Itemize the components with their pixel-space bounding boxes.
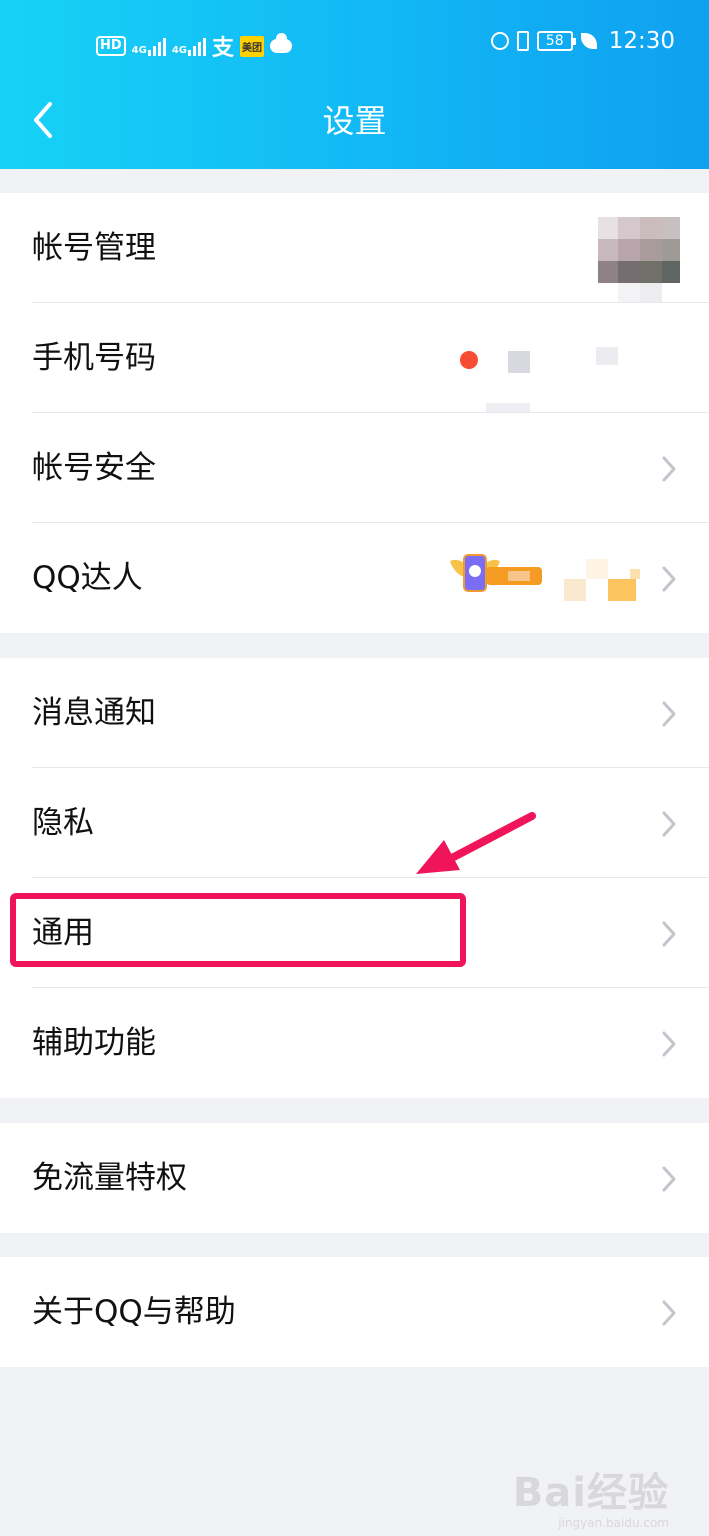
vibrate-icon bbox=[516, 31, 529, 51]
settings-row-phone-number[interactable]: 手机号码 bbox=[0, 303, 709, 413]
cloud-icon bbox=[270, 33, 293, 53]
status-bar: HD 4G 4G 支 美团 58 12:30 bbox=[0, 20, 709, 68]
settings-group-about: 关于QQ与帮助 bbox=[0, 1257, 709, 1367]
settings-group-data-free: 免流量特权 bbox=[0, 1123, 709, 1233]
battery-icon: 58 bbox=[536, 31, 576, 51]
settings-row-qq-expert[interactable]: QQ达人 bbox=[0, 523, 709, 633]
page-title: 设置 bbox=[322, 102, 387, 140]
status-bar-left: HD 4G 4G 支 美团 bbox=[96, 30, 293, 62]
settings-row-about-help[interactable]: 关于QQ与帮助 bbox=[0, 1257, 709, 1367]
power-saving-icon bbox=[580, 33, 597, 49]
signal-icon bbox=[188, 36, 207, 56]
row-label: 帐号安全 bbox=[32, 450, 156, 486]
meituan-icon: 美团 bbox=[240, 35, 265, 57]
signal-icon bbox=[147, 36, 166, 56]
settings-group-account: 帐号管理 手机号码 帐号安全 QQ达人 bbox=[0, 193, 709, 633]
watermark-url: jingyan.baidu.com bbox=[558, 1516, 669, 1530]
row-label: QQ达人 bbox=[32, 560, 143, 596]
row-label: 帐号管理 bbox=[32, 230, 156, 266]
network-4g-1: 4G bbox=[132, 36, 166, 56]
qq-expert-days bbox=[564, 559, 640, 609]
row-label: 辅助功能 bbox=[32, 1025, 156, 1061]
highlight-box bbox=[10, 893, 466, 967]
phone-number-value bbox=[486, 343, 680, 413]
settings-row-account-management[interactable]: 帐号管理 bbox=[0, 193, 709, 303]
settings-row-privacy[interactable]: 隐私 bbox=[0, 768, 709, 878]
chevron-right-icon bbox=[662, 1166, 676, 1192]
chevron-right-icon bbox=[662, 1300, 676, 1326]
qq-expert-badge-icon bbox=[450, 554, 542, 592]
settings-row-data-free-privilege[interactable]: 免流量特权 bbox=[0, 1123, 709, 1233]
settings-row-accessibility[interactable]: 辅助功能 bbox=[0, 988, 709, 1098]
hd-badge: HD bbox=[96, 36, 126, 56]
clock: 12:30 bbox=[608, 28, 675, 54]
alarm-icon bbox=[490, 32, 509, 50]
annotation-arrow-icon bbox=[416, 812, 536, 874]
header-bar: HD 4G 4G 支 美团 58 12:30 设置 bbox=[0, 0, 709, 169]
row-label: 手机号码 bbox=[32, 340, 156, 376]
row-label: 隐私 bbox=[32, 805, 94, 841]
row-label: 关于QQ与帮助 bbox=[32, 1294, 236, 1330]
row-label: 免流量特权 bbox=[32, 1160, 187, 1196]
chevron-right-icon bbox=[662, 921, 676, 947]
network-label: 4G bbox=[131, 45, 147, 56]
settings-row-notifications[interactable]: 消息通知 bbox=[0, 658, 709, 768]
alipay-icon: 支 bbox=[212, 36, 235, 61]
chevron-right-icon bbox=[662, 701, 676, 727]
chevron-right-icon bbox=[662, 566, 676, 592]
notification-dot bbox=[460, 351, 478, 369]
row-label: 消息通知 bbox=[32, 695, 156, 731]
chevron-right-icon bbox=[662, 811, 676, 837]
watermark: Bai经验 bbox=[512, 1470, 669, 1516]
settings-row-account-security[interactable]: 帐号安全 bbox=[0, 413, 709, 523]
avatar[interactable] bbox=[598, 217, 680, 307]
status-bar-right: 58 12:30 bbox=[490, 28, 675, 54]
chevron-right-icon bbox=[662, 456, 676, 482]
settings-group-general: 消息通知 隐私 通用 辅助功能 bbox=[0, 658, 709, 1098]
chevron-right-icon bbox=[662, 1031, 676, 1057]
network-4g-2: 4G bbox=[171, 36, 207, 56]
network-label: 4G bbox=[171, 45, 188, 56]
